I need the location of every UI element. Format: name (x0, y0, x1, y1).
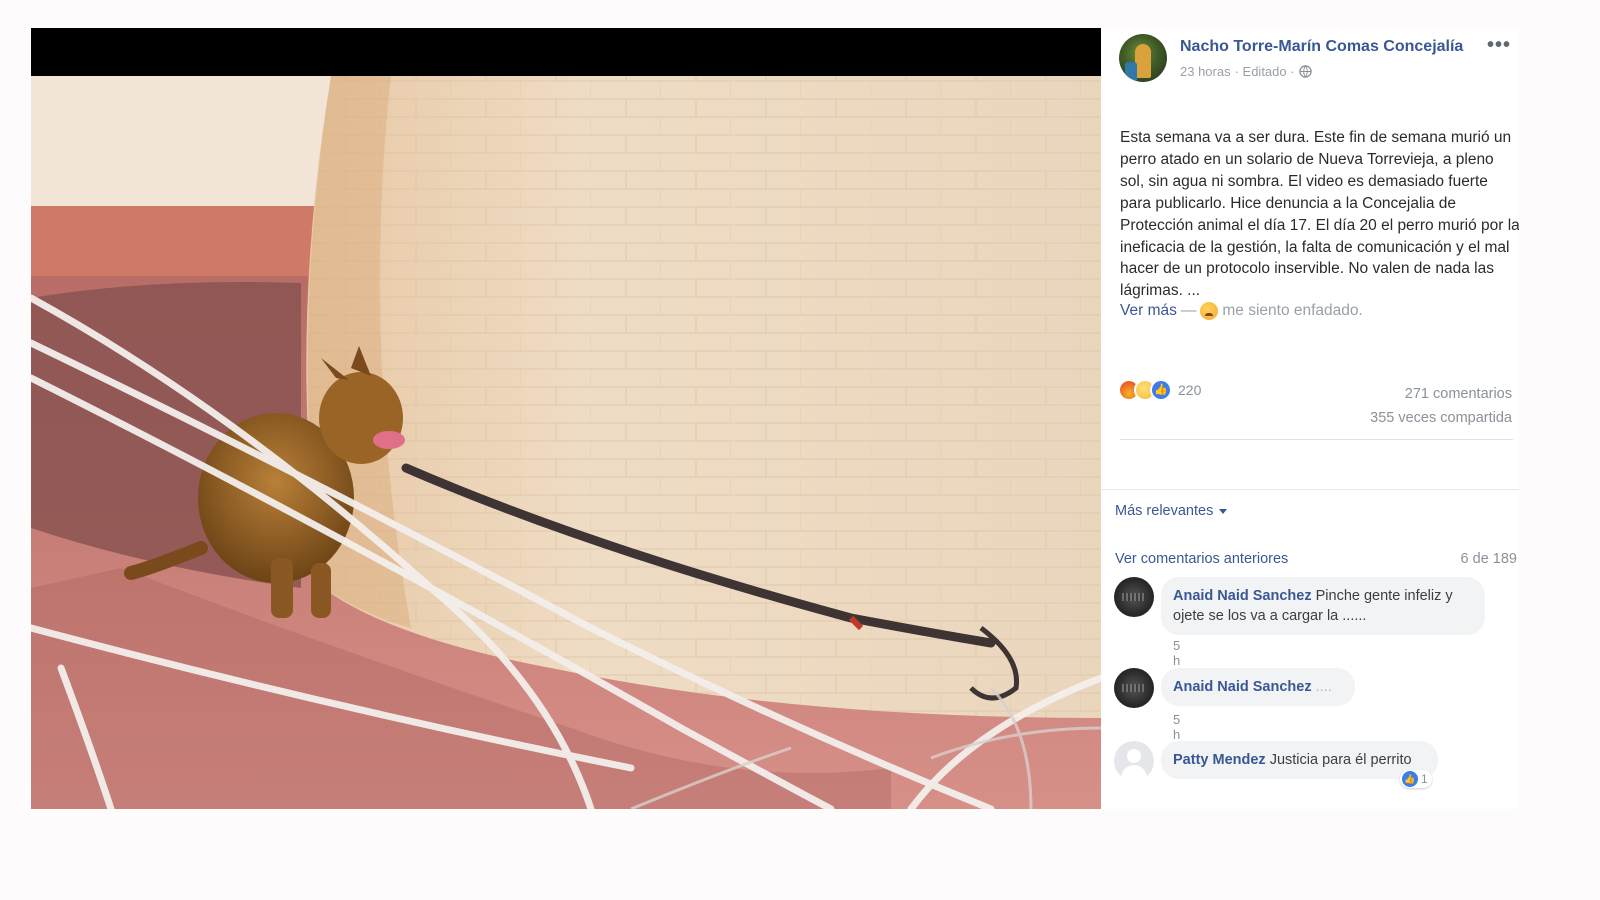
comment-text: Justicia para él perrito (1269, 752, 1412, 768)
see-more-line: Ver más — me siento enfadado. (1120, 302, 1363, 320)
comment-sort-dropdown[interactable]: Más relevantes (1115, 503, 1228, 519)
sort-label: Más relevantes (1115, 503, 1214, 519)
comments-count-link[interactable]: 271 comentarios (1370, 382, 1512, 406)
like-icon: 👍 (1402, 771, 1418, 787)
edited-label[interactable]: · Editado · (1235, 64, 1295, 79)
comment-time[interactable]: 5 h (1173, 712, 1180, 742)
commenter-avatar[interactable] (1114, 741, 1154, 781)
caret-down-icon (1219, 508, 1228, 514)
like-reaction-icon: 👍 (1150, 379, 1172, 401)
post-stats: 271 comentarios 355 veces compartida (1370, 382, 1512, 430)
reaction-count: 220 (1178, 382, 1202, 398)
post-body-text: Esta semana va a ser dura. Este fin de s… (1120, 129, 1519, 300)
divider (1101, 489, 1519, 490)
angry-feeling-icon (1200, 302, 1219, 320)
comment-bubble: Patty Mendez Justicia para él perrito (1161, 741, 1438, 779)
shares-count-link[interactable]: 355 veces compartida (1370, 406, 1512, 430)
feeling-text: me siento enfadado. (1222, 302, 1363, 319)
commenter-avatar[interactable] (1114, 577, 1154, 617)
comments-page-count: 6 de 189 (1460, 551, 1517, 567)
reactions-summary[interactable]: 👍 220 (1118, 379, 1201, 401)
feeling-dash: — (1180, 302, 1197, 319)
comment-like-count: 1 (1421, 772, 1428, 786)
commenter-name[interactable]: Anaid Naid Sanchez (1173, 588, 1312, 604)
more-options-icon[interactable]: ••• (1487, 35, 1511, 55)
see-more-link[interactable]: Ver más (1120, 302, 1177, 320)
commenter-name[interactable]: Patty Mendez (1173, 752, 1266, 768)
comment-time[interactable]: 5 h (1173, 638, 1180, 668)
post-photo[interactable] (31, 28, 1101, 809)
comment-bubble: Anaid Naid Sanchez .... (1161, 668, 1355, 706)
comment-like-badge[interactable]: 👍 1 (1400, 770, 1432, 788)
post-sidebar: Nacho Torre-Marín Comas Concejalía 23 ho… (1101, 28, 1519, 809)
author-avatar[interactable] (1119, 34, 1167, 82)
divider (1120, 439, 1513, 440)
commenter-name[interactable]: Anaid Naid Sanchez (1173, 679, 1312, 695)
comment-text: .... (1315, 679, 1332, 695)
commenter-avatar[interactable] (1114, 668, 1154, 708)
comment-bubble: Anaid Naid Sanchez Pinche gente infeliz … (1161, 577, 1485, 635)
globe-icon (1298, 65, 1312, 78)
post-time[interactable]: 23 horas (1180, 64, 1231, 79)
post-meta: 23 horas · Editado · (1180, 64, 1312, 79)
view-previous-comments-link[interactable]: Ver comentarios anteriores (1115, 551, 1288, 567)
author-name-link[interactable]: Nacho Torre-Marín Comas Concejalía (1180, 38, 1463, 56)
dog-photo-image (31, 28, 1101, 809)
